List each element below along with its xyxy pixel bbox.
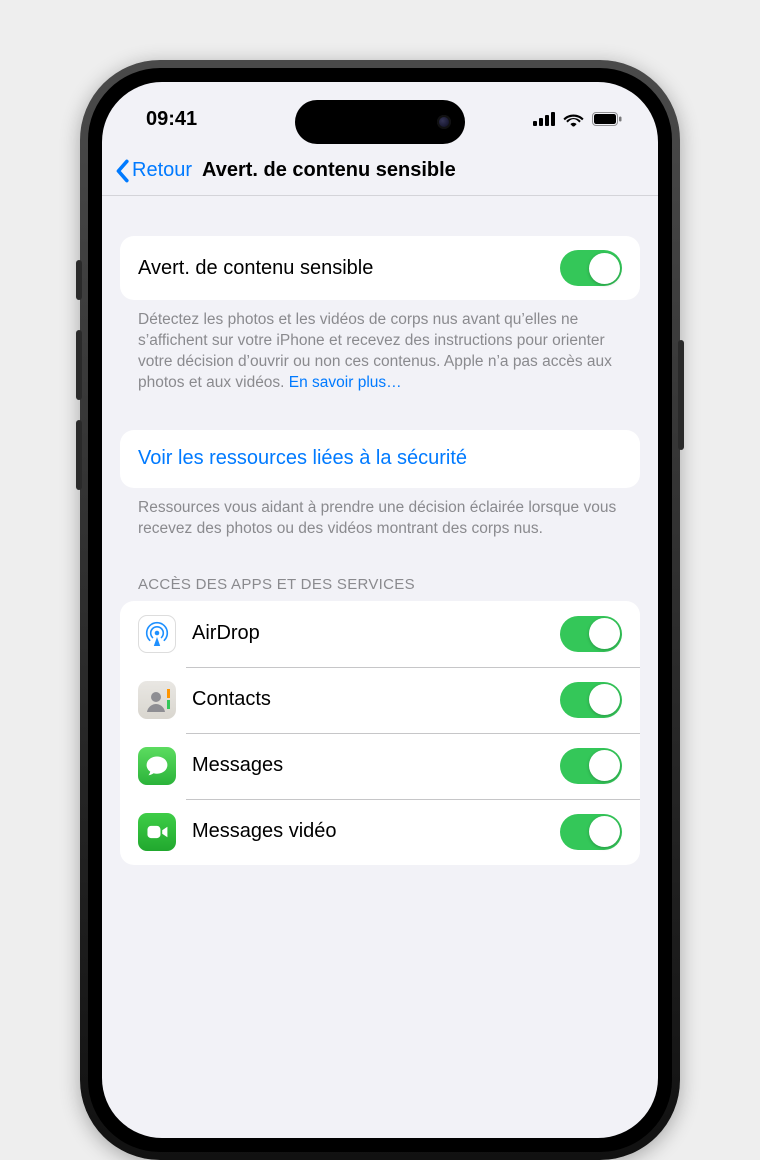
sensitive-content-label: Avert. de contenu sensible	[138, 257, 560, 280]
status-time: 09:41	[146, 108, 197, 131]
resources-group: Voir les ressources liées à la sécurité	[120, 430, 640, 488]
app-toggle-contacts[interactable]	[560, 682, 622, 718]
sensitive-content-row: Avert. de contenu sensible	[120, 236, 640, 300]
app-label: Messages	[192, 754, 560, 777]
dynamic-island	[295, 100, 465, 144]
app-row-airdrop: AirDrop	[120, 601, 640, 667]
contacts-icon	[138, 681, 176, 719]
app-row-messages-vidéo: Messages vidéo	[120, 799, 640, 865]
apps-section-header: ACCÈS DES APPS ET DES SERVICES	[120, 576, 640, 601]
front-camera	[437, 115, 451, 129]
battery-icon	[592, 112, 622, 126]
view-safety-resources-label: Voir les ressources liées à la sécurité	[138, 447, 622, 470]
app-label: Messages vidéo	[192, 820, 560, 843]
app-row-contacts: Contacts	[120, 667, 640, 733]
power-button	[678, 340, 684, 450]
resources-footer: Ressources vous aidant à prendre une déc…	[120, 488, 640, 540]
sensitive-content-toggle[interactable]	[560, 250, 622, 286]
chevron-left-icon	[114, 159, 130, 183]
view-safety-resources-button[interactable]: Voir les ressources liées à la sécurité	[120, 430, 640, 488]
mute-switch	[76, 260, 82, 300]
volume-up-button	[76, 330, 82, 400]
facetime-icon	[138, 813, 176, 851]
app-toggle-messages-vidéo[interactable]	[560, 814, 622, 850]
messages-icon	[138, 747, 176, 785]
app-row-messages: Messages	[120, 733, 640, 799]
back-label: Retour	[132, 159, 192, 182]
apps-group: AirDrop Contacts Messages Messages vidéo	[120, 601, 640, 865]
learn-more-link[interactable]: En savoir plus…	[289, 374, 402, 391]
volume-down-button	[76, 420, 82, 490]
app-toggle-airdrop[interactable]	[560, 616, 622, 652]
app-toggle-messages[interactable]	[560, 748, 622, 784]
airdrop-icon	[138, 615, 176, 653]
back-button[interactable]: Retour	[114, 159, 192, 183]
wifi-icon	[563, 112, 584, 127]
cellular-icon	[533, 112, 555, 126]
main-toggle-group: Avert. de contenu sensible	[120, 236, 640, 300]
page-title: Avert. de contenu sensible	[202, 159, 456, 182]
screen: 09:41 Retour Av	[102, 82, 658, 1138]
nav-bar: Retour Avert. de contenu sensible	[102, 146, 658, 196]
app-label: AirDrop	[192, 622, 560, 645]
app-label: Contacts	[192, 688, 560, 711]
main-description: Détectez les photos et les vidéos de cor…	[120, 300, 640, 394]
phone-frame: 09:41 Retour Av	[80, 60, 680, 1160]
